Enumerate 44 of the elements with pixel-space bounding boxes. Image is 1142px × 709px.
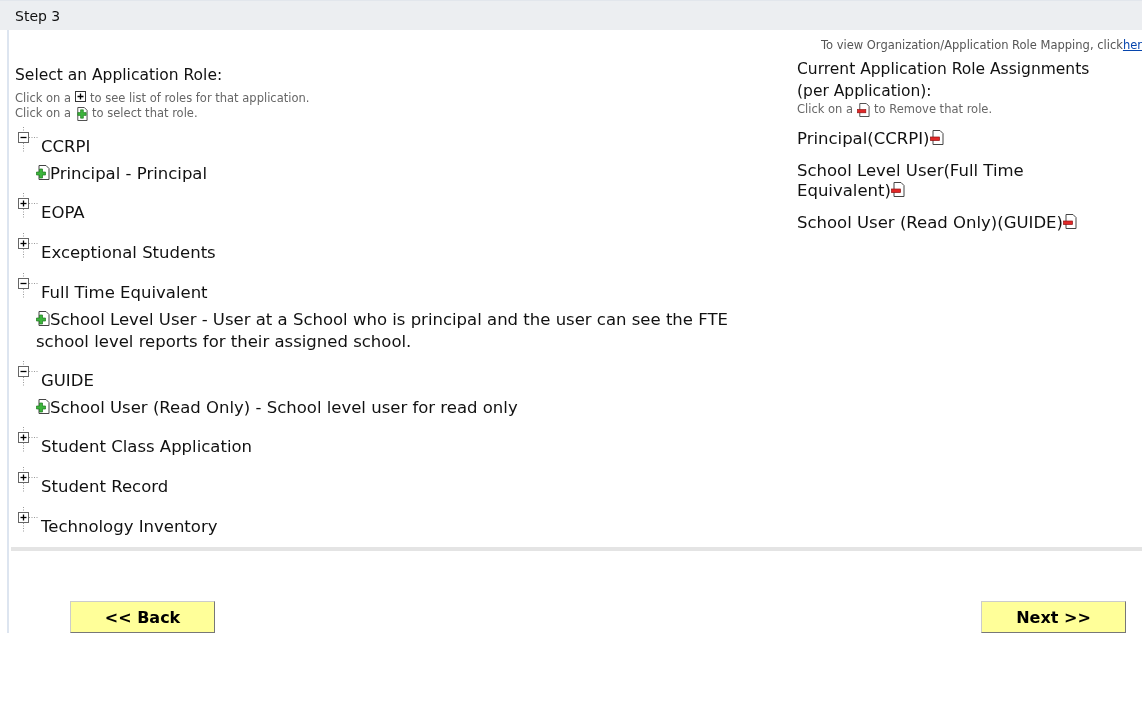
assigned-role[interactable]: Principal(CCRPI) xyxy=(797,129,1097,149)
application-name[interactable]: EOPA xyxy=(41,203,85,222)
role-option[interactable]: Principal - Principal xyxy=(18,163,776,185)
application-name[interactable]: GUIDE xyxy=(41,371,94,390)
assigned-role[interactable]: School Level User(Full Time Equivalent) xyxy=(797,161,1097,201)
hint-text: to Remove that role. xyxy=(874,102,993,117)
back-button[interactable]: << Back xyxy=(70,601,215,633)
hint-text: to see list of roles for that application. xyxy=(90,91,310,106)
remove-role-icon[interactable] xyxy=(1063,214,1077,229)
expand-icon[interactable] xyxy=(18,507,40,533)
role-option[interactable]: School Level User - User at a School who is principal and the user can see the FTE school level reports for their assigned school. xyxy=(18,309,776,353)
expand-icon[interactable] xyxy=(18,467,40,493)
application-name[interactable]: Student Class Application xyxy=(41,437,253,456)
assignments-title: Current Application Role Assignments (per Application): xyxy=(797,59,1091,102)
remove-role-icon[interactable] xyxy=(890,182,905,197)
mapping-link[interactable]: her xyxy=(1122,38,1142,52)
collapse-icon[interactable] xyxy=(18,127,40,153)
add-role-icon xyxy=(75,107,89,121)
add-role-icon[interactable] xyxy=(36,399,50,414)
application-name[interactable]: Full Time Equivalent xyxy=(41,283,208,302)
assigned-role[interactable]: School User (Read Only)(GUIDE) xyxy=(797,213,1097,233)
remove-role-icon[interactable] xyxy=(929,130,944,145)
expand-icon xyxy=(75,91,87,102)
hint-text: to select that role. xyxy=(92,106,198,121)
expand-icon[interactable] xyxy=(18,193,40,219)
select-role-title: Select an Application Role: xyxy=(15,65,224,86)
application-name[interactable]: Exceptional Students xyxy=(41,243,216,262)
next-button[interactable]: Next >> xyxy=(981,601,1126,633)
step-title: Step 3 xyxy=(15,7,61,24)
application-name[interactable]: Student Record xyxy=(41,477,169,496)
collapse-icon[interactable] xyxy=(18,361,40,387)
add-role-icon[interactable] xyxy=(36,311,50,326)
collapse-icon[interactable] xyxy=(18,273,40,299)
add-role-icon[interactable] xyxy=(36,165,50,180)
remove-role-icon xyxy=(857,103,871,117)
hint-text: Click on a xyxy=(15,106,72,121)
application-name[interactable]: CCRPI xyxy=(41,137,91,156)
hint-text: Click on a xyxy=(15,91,72,106)
application-name[interactable]: Technology Inventory xyxy=(41,517,218,536)
expand-icon[interactable] xyxy=(18,427,40,453)
mapping-note: To view Organization/Application Role Mapping, click xyxy=(820,38,1123,52)
role-option[interactable]: School User (Read Only) - School level user for read only xyxy=(18,397,776,419)
expand-icon[interactable] xyxy=(18,233,40,259)
hint-text: Click on a xyxy=(797,102,854,117)
